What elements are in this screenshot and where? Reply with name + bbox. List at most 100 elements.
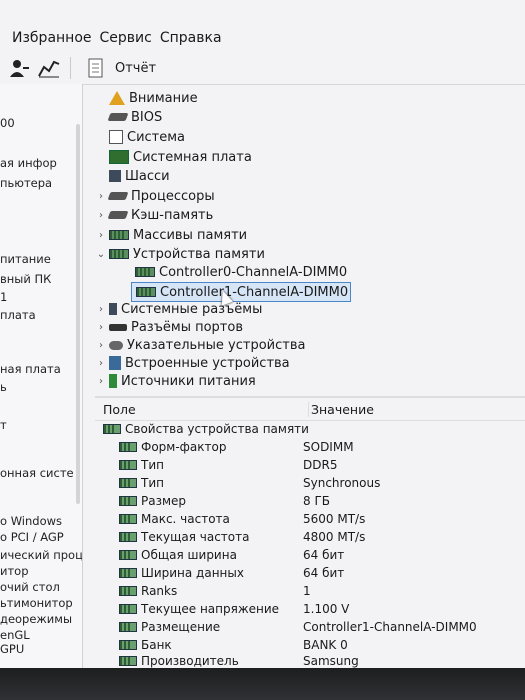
tree-item-bios[interactable]: BIOS [95,108,162,126]
tree-item-pointing-devices[interactable]: › Указательные устройства [95,336,305,354]
property-row[interactable]: Ширина данных 64 бит [95,564,525,582]
column-header-value[interactable]: Значение [308,402,374,417]
property-row[interactable]: Тип Synchronous [95,474,525,492]
report-button[interactable]: Отчёт [115,61,156,76]
left-item[interactable]: онная систе [0,466,74,480]
tree-item-port-connectors[interactable]: › Разъёмы портов [95,318,243,336]
tree-item-label: Внимание [129,90,198,106]
property-row[interactable]: Размещение Controller1-ChannelA-DIMM0 [95,618,525,636]
menu-service[interactable]: Сервис [100,30,160,46]
tree-item-dimm-controller0[interactable]: Controller0-ChannelA-DIMM0 [133,263,347,281]
expand-arrow-icon[interactable]: › [95,210,107,221]
left-item[interactable]: пьютера [0,176,52,190]
tree-item-onboard-devices[interactable]: › Встроенные устройства [95,354,290,372]
left-item[interactable]: вный ПК [0,272,51,286]
left-item[interactable]: очий стол [0,580,60,594]
tree-item-label: Массивы памяти [133,227,248,243]
computer-icon [109,130,123,144]
left-item[interactable]: 1 [0,290,7,304]
left-item[interactable]: деорежимы [0,612,72,626]
memory-icon [119,586,137,596]
expand-arrow-icon[interactable]: › [95,191,107,202]
benchmark-chart-icon[interactable] [38,58,60,78]
left-item[interactable]: ная плата [0,362,61,376]
tree-item-memory-devices[interactable]: ⌄ Устройства памяти [95,245,265,263]
menu-favorites[interactable]: Избранное [12,30,100,46]
property-row[interactable]: Текущая частота 4800 MT/s [95,528,525,546]
motherboard-icon [109,150,129,164]
chassis-icon [109,170,121,182]
expand-arrow-icon[interactable]: › [95,322,107,333]
memory-icon [136,287,156,297]
field-label: Текущее напряжение [141,602,280,616]
left-item[interactable]: о Windows [0,514,62,528]
property-row[interactable]: Размер 8 ГБ [95,492,525,510]
left-scrollbar[interactable] [76,124,80,504]
left-item[interactable]: питание [0,252,51,266]
memory-icon [109,249,129,259]
expand-arrow-icon[interactable]: › [95,376,107,387]
property-row[interactable]: Общая ширина 64 бит [95,546,525,564]
expand-arrow-icon[interactable]: › [95,230,107,241]
monitor-bezel [0,668,525,700]
report-icon[interactable] [87,58,109,78]
field-value: 1.100 V [303,602,350,616]
tree-item-label: Controller1-ChannelA-DIMM0 [160,284,349,300]
left-item[interactable]: плата [0,308,36,322]
property-row[interactable]: Текущее напряжение 1.100 V [95,600,525,618]
left-item[interactable]: ая инфор [0,156,57,170]
property-row[interactable]: Макс. частота 5600 MT/s [95,510,525,528]
cpu-icon [107,192,129,200]
user-icon[interactable] [8,58,30,78]
field-label: Производитель [141,654,239,668]
expand-arrow-icon[interactable]: › [95,304,107,315]
field-label: Макс. частота [141,512,230,526]
left-item[interactable]: ь [0,380,7,394]
details-header: Поле Значение [95,400,525,421]
tree-item-motherboard[interactable]: Системная плата [95,148,252,166]
left-item[interactable]: 00 [0,116,15,130]
left-item[interactable]: ьтимонитор [0,596,73,610]
slot-icon [109,303,117,315]
tree-item-label: BIOS [131,109,163,125]
left-item[interactable]: GPU [0,642,24,656]
pane-splitter[interactable] [95,396,525,398]
field-value: 1 [303,584,311,598]
property-row[interactable]: Тип DDR5 [95,456,525,474]
memory-icon [119,640,137,650]
tree-item-system-slots[interactable]: › Системные разъёмы [95,300,262,318]
tree-item-dimm-controller1[interactable]: Controller1-ChannelA-DIMM0 [131,282,352,302]
tree-item-label: Система [127,129,186,145]
property-row[interactable]: Ranks 1 [95,582,525,600]
menu-help[interactable]: Справка [160,30,230,46]
collapse-arrow-icon[interactable]: ⌄ [95,249,107,260]
toolbar: Отчёт [0,52,525,85]
port-icon [109,323,127,331]
property-row[interactable]: Производитель Samsung [95,652,525,668]
left-item[interactable]: enGL [0,628,30,642]
memory-icon [135,267,155,277]
tree-item-processors[interactable]: › Процессоры [95,187,215,205]
expand-arrow-icon[interactable]: › [95,358,107,369]
tree-item-label: Кэш-память [131,207,214,223]
section-row[interactable]: Свойства устройства памяти [95,420,525,438]
field-value: Controller1-ChannelA-DIMM0 [303,620,477,634]
tree-item-system[interactable]: Система [95,128,185,146]
left-item[interactable]: ический проц [0,548,82,562]
tree-item-memory-arrays[interactable]: › Массивы памяти [95,226,247,244]
memory-icon [119,532,137,542]
column-header-field[interactable]: Поле [103,402,136,417]
tree-item-warning[interactable]: Внимание [95,89,198,107]
left-item[interactable]: о PCI / AGP [0,530,64,544]
expand-arrow-icon[interactable]: › [95,340,107,351]
details-list: Свойства устройства памяти Форм-фактор S… [95,420,525,668]
property-row[interactable]: Форм-фактор SODIMM [95,438,525,456]
tree-item-label: Источники питания [121,373,256,389]
left-item[interactable]: т [0,418,7,432]
tree-item-power-supplies[interactable]: › Источники питания [95,372,256,390]
tree-item-chassis[interactable]: Шасси [95,167,170,185]
field-label: Размер [141,494,187,508]
tree-item-cache[interactable]: › Кэш-память [95,206,213,224]
field-label: Общая ширина [141,548,237,562]
left-item[interactable]: итор [0,564,29,578]
